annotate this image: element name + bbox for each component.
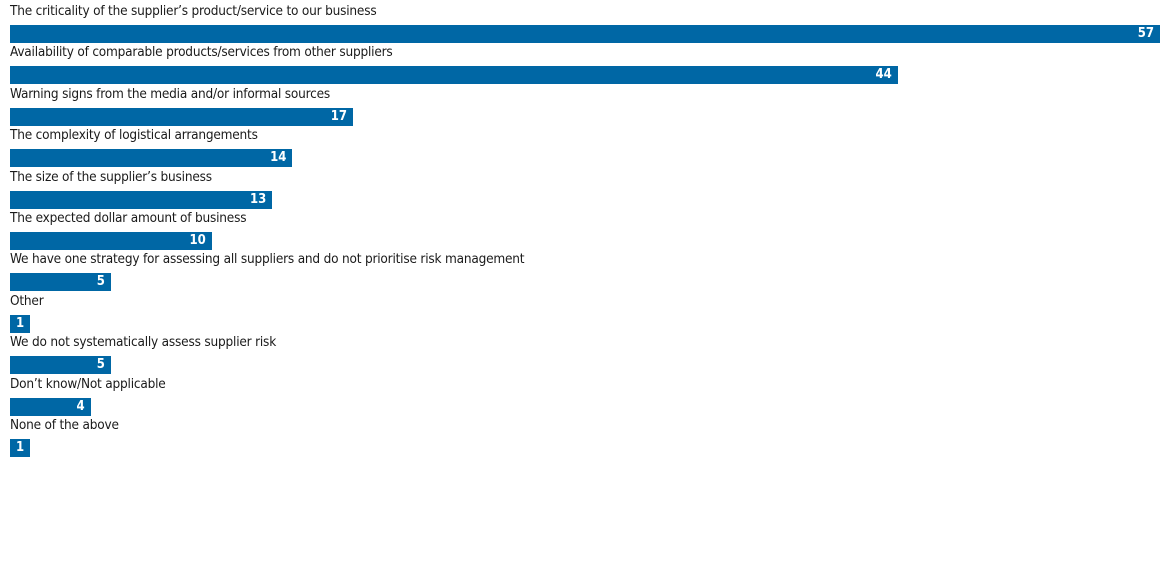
value-label: 57 — [1137, 26, 1154, 41]
category-label: The size of the supplier’s business — [10, 168, 212, 185]
value-label: 5 — [96, 274, 105, 290]
bar-row: The complexity of logistical arrangement… — [10, 127, 1160, 168]
bar-row: We do not systematically assess supplier… — [10, 334, 1160, 375]
value-label: 1 — [16, 315, 25, 331]
category-label: The criticality of the supplier’s produc… — [10, 3, 377, 19]
bar-row: The criticality of the supplier’s produc… — [10, 3, 1160, 43]
bar-row: We have one strategy for assessing all s… — [10, 251, 1160, 292]
horizontal-bar-chart: The criticality of the supplier’s produc… — [0, 0, 1162, 582]
category-label: We have one strategy for assessing all s… — [10, 251, 525, 268]
category-label: The expected dollar amount of business — [10, 210, 247, 226]
value-label: 13 — [249, 191, 267, 207]
category-label: The complexity of logistical arrangement… — [10, 127, 258, 144]
category-label: Warning signs from the media and/or info… — [10, 85, 331, 102]
value-label: 4 — [76, 398, 85, 414]
value-label: 44 — [875, 67, 892, 83]
bar-row: The expected dollar amount of business 10 — [10, 210, 1160, 250]
bar-row: Warning signs from the media and/or info… — [10, 86, 1160, 126]
bar-row: Other 1 — [10, 293, 1160, 333]
bar-row: None of the above 1 — [10, 417, 1160, 457]
category-label: None of the above — [10, 417, 119, 433]
value-label: 5 — [96, 357, 105, 373]
bar-row: Availability of comparable products/serv… — [10, 44, 1160, 85]
value-label: 10 — [189, 233, 206, 248]
bar-row: Don’t know/Not applicable 4 — [10, 376, 1160, 416]
category-label: Other — [10, 292, 44, 309]
category-label: Don’t know/Not applicable — [10, 375, 166, 392]
value-label: 1 — [16, 440, 25, 455]
value-label: 17 — [330, 108, 347, 124]
category-label: We do not systematically assess supplier… — [10, 334, 277, 351]
category-label: Availability of comparable products/serv… — [10, 44, 393, 61]
value-label: 14 — [270, 150, 287, 166]
bar-row: The size of the supplier’s business 13 — [10, 169, 1160, 209]
